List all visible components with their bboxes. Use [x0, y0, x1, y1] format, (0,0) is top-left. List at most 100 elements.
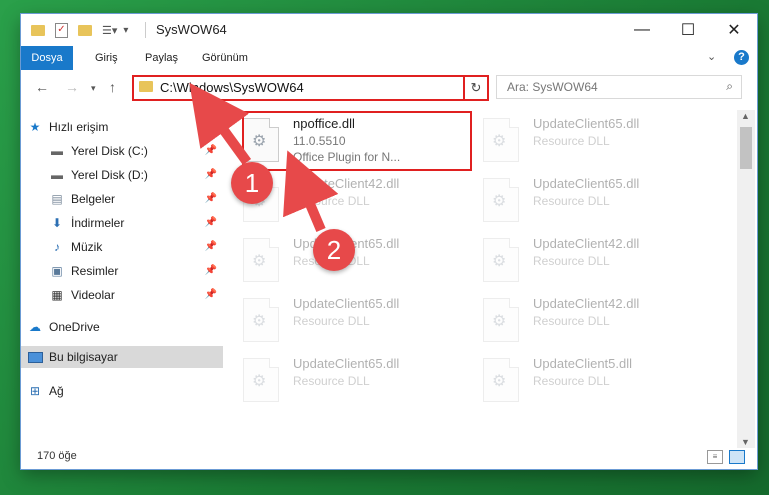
dll-file-icon: ⚙ [483, 118, 519, 162]
file-type: Resource DLL [293, 194, 370, 208]
file-type: Resource DLL [293, 314, 370, 328]
expand-ribbon-icon[interactable]: ⌄ [707, 50, 716, 63]
sidebar-item[interactable]: ♪ Müzik 📌 [49, 236, 221, 258]
pin-icon[interactable]: 📌 [205, 169, 217, 180]
explorer-window: ✓ ☰▾ ▾ SysWOW64 — ☐ ✕ Dosya Giriş Paylaş… [21, 14, 757, 469]
scroll-up-icon[interactable]: ▲ [741, 111, 750, 121]
file-type: Resource DLL [533, 194, 610, 208]
star-icon: ★ [29, 120, 41, 134]
navigation-pane: ★ Hızlı erişim ▬ Yerel Disk (C:) 📌 ▬ Yerel D… [21, 110, 223, 430]
sidebar-item[interactable]: ▦ Videolar 📌 [49, 284, 221, 306]
recent-locations-button[interactable]: ▾ [91, 83, 96, 94]
pin-icon[interactable]: 📌 [205, 241, 217, 252]
file-type: Resource DLL [533, 254, 610, 268]
step-1-badge: 1 [231, 162, 273, 204]
sidebar-item[interactable]: ▬ Yerel Disk (D:) 📌 [49, 164, 221, 186]
step-2-badge: 2 [313, 229, 355, 271]
search-input[interactable]: Ara: SysWOW64 ⌕ [496, 75, 742, 99]
gear-icon: ⚙ [492, 193, 507, 210]
sidebar-item-label: Yerel Disk (C:) [71, 144, 148, 158]
new-folder-icon[interactable] [78, 24, 92, 36]
file-item[interactable]: ⚙ UpdateClient65.dll Resource DLL [467, 172, 697, 228]
file-type: Resource DLL [533, 314, 610, 328]
large-icons-view-icon[interactable] [729, 450, 745, 464]
gear-icon: ⚙ [252, 313, 267, 330]
pin-icon[interactable]: 📌 [205, 265, 217, 276]
gear-icon: ⚙ [252, 373, 267, 390]
sidebar-item-onedrive[interactable]: ☁ OneDrive [27, 316, 223, 338]
search-icon: ⌕ [726, 79, 733, 93]
view-options-icon[interactable]: ☰▾ [102, 24, 117, 37]
file-item[interactable]: ⚙ UpdateClient42.dll Resource DLL [467, 292, 697, 348]
navigation-bar: ← → ▾ ↑ C:\Windows\SysWOW64 ⌄ ↻ Ara: Sys… [21, 70, 757, 106]
window-title: SysWOW64 [156, 22, 227, 37]
scroll-thumb[interactable] [740, 127, 752, 169]
quick-access-toolbar: ✓ ☰▾ ▾ [31, 22, 128, 38]
sidebar-item[interactable]: ▬ Yerel Disk (C:) 📌 [49, 140, 221, 162]
file-list: ⚙ npoffice.dll 11.0.5510 Office Plugin f… [227, 110, 737, 450]
gear-icon: ⚙ [252, 253, 267, 270]
address-bar[interactable]: C:\Windows\SysWOW64 ⌄ [132, 75, 486, 101]
properties-icon[interactable]: ✓ [55, 22, 68, 38]
sidebar-item[interactable]: ▤ Belgeler 📌 [49, 188, 221, 210]
tab-share[interactable]: Paylaş [145, 46, 178, 70]
forward-button[interactable]: → [65, 79, 79, 95]
refresh-button[interactable]: ↻ [463, 75, 489, 101]
file-item[interactable]: ⚙ UpdateClient5.dll Resource DLL [467, 352, 697, 408]
sidebar-item-label: OneDrive [49, 320, 100, 334]
sidebar-item-label: Bu bilgisayar [49, 350, 118, 364]
folder-icon[interactable] [31, 24, 45, 36]
back-button[interactable]: ← [35, 79, 49, 95]
file-name: UpdateClient42.dll [533, 296, 640, 311]
tab-home[interactable]: Giriş [95, 46, 118, 70]
sidebar-item[interactable]: ▣ Resimler 📌 [49, 260, 221, 282]
file-name: UpdateClient65.dll [533, 116, 640, 131]
gear-icon: ⚙ [492, 133, 507, 150]
tab-view[interactable]: Görünüm [202, 46, 248, 70]
documents-icon: ▤ [51, 192, 63, 206]
sidebar-item-label: Müzik [71, 240, 103, 254]
help-icon[interactable]: ? [734, 50, 749, 65]
file-item[interactable]: ⚙ UpdateClient65.dll Resource DLL [227, 292, 457, 348]
close-button[interactable]: ✕ [711, 14, 757, 46]
sidebar-item-label: Yerel Disk (D:) [71, 168, 148, 182]
selection-highlight [242, 111, 472, 171]
up-button[interactable]: ↑ [109, 79, 116, 95]
file-name: UpdateClient42.dll [533, 236, 640, 251]
customize-toolbar-icon[interactable]: ▾ [123, 25, 128, 36]
sidebar-item-label: Hızlı erişim [49, 120, 109, 134]
sidebar-item-this-pc[interactable]: Bu bilgisayar [21, 346, 223, 368]
divider [145, 22, 146, 38]
file-item[interactable]: ⚙ UpdateClient65.dll Resource DLL [467, 112, 697, 168]
sidebar-item[interactable]: ⬇ İndirmeler 📌 [49, 212, 221, 234]
computer-icon [27, 349, 43, 365]
dll-file-icon: ⚙ [243, 298, 279, 342]
file-item[interactable]: ⚙ UpdateClient65.dll Resource DLL [227, 352, 457, 408]
sidebar-item-quick-access[interactable]: ★ Hızlı erişim [27, 116, 223, 138]
gear-icon: ⚙ [492, 253, 507, 270]
pin-icon[interactable]: 📌 [205, 145, 217, 156]
file-name: UpdateClient5.dll [533, 356, 633, 371]
sidebar-item-network[interactable]: ⊞ Ağ [27, 380, 223, 402]
sidebar-item-label: Belgeler [71, 192, 116, 206]
download-icon: ⬇ [51, 216, 63, 230]
details-view-icon[interactable]: ≡ [707, 450, 723, 464]
status-bar: 170 öğe ≡ [21, 446, 757, 469]
pin-icon[interactable]: 📌 [205, 193, 217, 204]
dll-file-icon: ⚙ [243, 358, 279, 402]
file-type: Resource DLL [533, 374, 610, 388]
refresh-icon: ↻ [470, 80, 482, 95]
file-name: UpdateClient42.dll [293, 176, 400, 191]
cloud-icon: ☁ [29, 320, 41, 334]
folder-icon [139, 81, 153, 92]
maximize-button[interactable]: ☐ [665, 14, 711, 46]
file-name: UpdateClient65.dll [293, 296, 400, 311]
vertical-scrollbar[interactable]: ▲ ▼ [737, 110, 755, 448]
file-item[interactable]: ⚙ UpdateClient42.dll Resource DLL [467, 232, 697, 288]
pin-icon[interactable]: 📌 [205, 289, 217, 300]
pin-icon[interactable]: 📌 [205, 217, 217, 228]
sidebar-item-label: Ağ [49, 384, 64, 398]
minimize-button[interactable]: — [619, 14, 665, 46]
item-count: 170 öğe [37, 450, 77, 462]
title-bar: ✓ ☰▾ ▾ SysWOW64 — ☐ ✕ [21, 14, 757, 46]
